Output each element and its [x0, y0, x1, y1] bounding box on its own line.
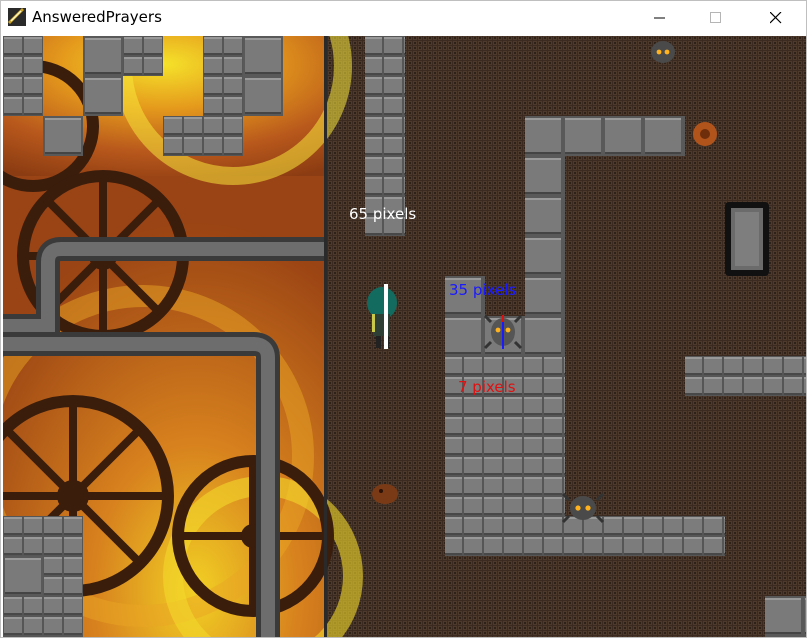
minimize-button[interactable]: [637, 1, 683, 35]
width-label: 35 pixels: [449, 281, 517, 299]
spider-enemy: [651, 41, 675, 63]
app-icon: [8, 8, 26, 26]
gear-background: [3, 36, 363, 637]
close-button[interactable]: [753, 1, 799, 35]
gear-icon: [693, 122, 717, 146]
maximize-button[interactable]: [693, 1, 739, 35]
game-viewport[interactable]: 65 pixels 35 pixels 7 pixels: [3, 36, 806, 637]
doorway-exit[interactable]: [725, 202, 769, 276]
offset-label: 7 pixels: [458, 378, 516, 396]
title-bar[interactable]: AnsweredPrayers: [1, 1, 806, 35]
maximize-icon: [710, 12, 721, 23]
window-title: AnsweredPrayers: [32, 8, 162, 26]
minimize-icon: [654, 17, 665, 19]
game-window: AnsweredPrayers 65 pixels 35 pixels 7 pi…: [0, 0, 807, 638]
close-icon: [770, 12, 782, 24]
crawler-enemy: [372, 484, 398, 504]
height-label: 65 pixels: [349, 205, 417, 223]
